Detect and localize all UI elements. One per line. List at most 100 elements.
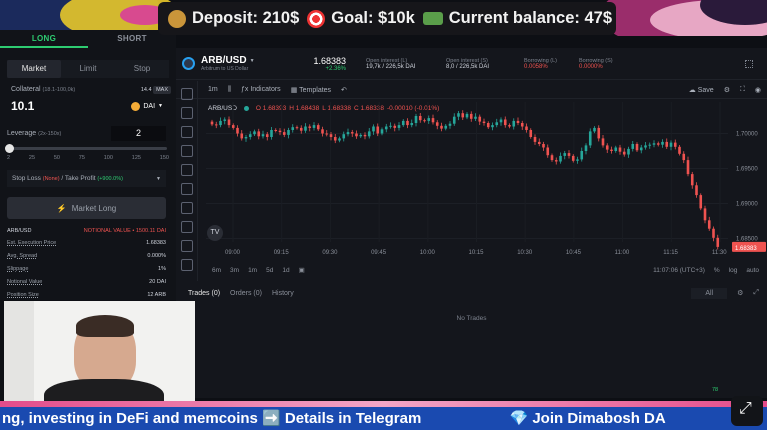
- candle-body: [452, 116, 456, 124]
- candle-body: [359, 134, 363, 137]
- price-change: +2.36%: [325, 65, 346, 72]
- token-select[interactable]: DAI ▼: [131, 101, 163, 111]
- oi-short-value: 8,0 / 226,5k DAI: [446, 63, 490, 70]
- detail-row: Slippage 1%: [7, 266, 166, 272]
- crosshair-icon[interactable]: [180, 88, 193, 100]
- trendline-icon[interactable]: [180, 107, 193, 119]
- range-6m[interactable]: 6m: [212, 267, 221, 274]
- borrow-long-value: 0.0058%: [524, 63, 548, 70]
- camera-icon[interactable]: ◉: [755, 86, 761, 94]
- log-toggle[interactable]: log: [729, 267, 738, 274]
- candle-body: [372, 126, 375, 132]
- templates-button[interactable]: ▦ Templates: [291, 86, 331, 94]
- candle-body: [338, 138, 341, 141]
- detail-key: Avg. Spread: [7, 253, 38, 259]
- pencil-icon[interactable]: [180, 221, 193, 233]
- candle-body: [508, 125, 511, 127]
- tab-trades[interactable]: Trades (0): [188, 290, 220, 297]
- fib-icon[interactable]: [180, 126, 193, 138]
- settings-icon[interactable]: ⚙: [737, 289, 743, 297]
- interval-button[interactable]: 1m: [208, 86, 218, 93]
- pair-title[interactable]: ARB/USD: [201, 55, 247, 66]
- candle-body: [588, 131, 592, 146]
- candle-body: [593, 127, 596, 132]
- auto-toggle[interactable]: auto: [746, 267, 759, 274]
- y-tick-label: 1.68500: [736, 237, 758, 243]
- grid-layout-icon[interactable]: [745, 59, 753, 68]
- tab-stop[interactable]: Stop: [115, 60, 169, 78]
- save-button[interactable]: ☁ Save: [689, 86, 714, 94]
- last-price: 1.68383: [313, 55, 346, 66]
- candle-body: [707, 220, 711, 229]
- candle-body: [648, 144, 652, 146]
- x-tick-label: 10:30: [517, 250, 533, 256]
- pair-label: ARB/USD: [7, 228, 32, 234]
- candle-body: [482, 121, 486, 123]
- detail-row: Est. Execution Price 1.68383: [7, 240, 166, 246]
- candle-body: [601, 138, 605, 146]
- range-5d[interactable]: 5d: [266, 267, 273, 274]
- indicators-button[interactable]: ƒx Indicators: [241, 86, 281, 93]
- y-tick-label: 1.70000: [736, 132, 758, 138]
- range-3m[interactable]: 3m: [230, 267, 239, 274]
- goto-date-icon[interactable]: ▣: [299, 266, 305, 274]
- candle-body: [546, 147, 550, 156]
- detail-key: Position Size: [7, 292, 39, 298]
- candlestick-chart[interactable]: 1.70000 1.69500 1.69000 1.68500 09:00 09:15 09…: [198, 100, 767, 266]
- dai-icon: [131, 101, 141, 111]
- oi-long-value: 19,7k / 226,5k DAI: [366, 63, 416, 70]
- candle-body: [465, 113, 469, 118]
- collateral-input[interactable]: 10.1 DAI ▼: [11, 97, 163, 115]
- candle-body: [397, 125, 401, 128]
- tab-market[interactable]: Market: [7, 60, 61, 78]
- leverage-slider[interactable]: [5, 144, 167, 153]
- target-icon: [307, 9, 326, 28]
- tab-orders[interactable]: Orders (0): [230, 290, 262, 297]
- expand-icon[interactable]: ⤢: [753, 289, 759, 297]
- candle-body: [236, 127, 239, 134]
- leverage-slider-handle[interactable]: [5, 144, 14, 153]
- pair-subtitle: Arbitrum to US Dollar: [201, 66, 249, 72]
- fullscreen-button[interactable]: ⤢: [731, 396, 763, 426]
- ticker-border: [0, 401, 767, 407]
- candle-body: [240, 133, 244, 139]
- candle-body: [295, 127, 299, 129]
- percent-toggle[interactable]: %: [714, 267, 720, 274]
- tab-history[interactable]: History: [272, 290, 294, 297]
- last-price-label: 1.68383: [735, 246, 757, 252]
- indicators-icon: ƒx: [240, 86, 249, 93]
- candle-body: [287, 130, 290, 135]
- settings-icon[interactable]: ⚙: [724, 86, 730, 94]
- text-icon[interactable]: [180, 164, 193, 176]
- sl-tp-row[interactable]: Stop Loss (None) / Take Profit (+900.0%)…: [7, 170, 166, 187]
- candle-body: [363, 134, 367, 137]
- tab-limit[interactable]: Limit: [61, 60, 115, 78]
- chevron-down-icon: ▼: [249, 57, 255, 64]
- filter-select[interactable]: All: [691, 287, 728, 299]
- brush-icon[interactable]: [180, 145, 193, 157]
- fullscreen-icon[interactable]: ⛶: [740, 86, 745, 94]
- candle-body: [669, 142, 673, 147]
- market-long-button[interactable]: ⚡ Market Long: [7, 197, 166, 219]
- collateral-balance: 14.4: [140, 86, 152, 93]
- range-1m[interactable]: 1m: [248, 267, 257, 274]
- candle-body: [401, 120, 405, 126]
- undo-icon[interactable]: ↶: [341, 86, 347, 94]
- leverage-label: Leverage (2x-150x): [7, 130, 62, 137]
- max-button[interactable]: MAX: [153, 85, 171, 94]
- tab-long[interactable]: LONG: [0, 30, 88, 48]
- pattern-icon[interactable]: [180, 183, 193, 195]
- candle-body: [321, 129, 324, 134]
- range-1d[interactable]: 1d: [282, 267, 289, 274]
- candle-body: [244, 137, 248, 139]
- leverage-input[interactable]: 2: [111, 126, 166, 141]
- candle-body: [525, 126, 528, 130]
- candle-body: [312, 125, 316, 128]
- candle-type-icon[interactable]: ⫼: [228, 86, 231, 94]
- ruler-icon[interactable]: [180, 202, 193, 214]
- zoom-icon[interactable]: [180, 240, 193, 252]
- candle-body: [350, 132, 354, 134]
- candle-body: [576, 159, 579, 161]
- y-tick-label: 1.69000: [736, 202, 758, 208]
- x-tick-label: 10:15: [469, 250, 485, 256]
